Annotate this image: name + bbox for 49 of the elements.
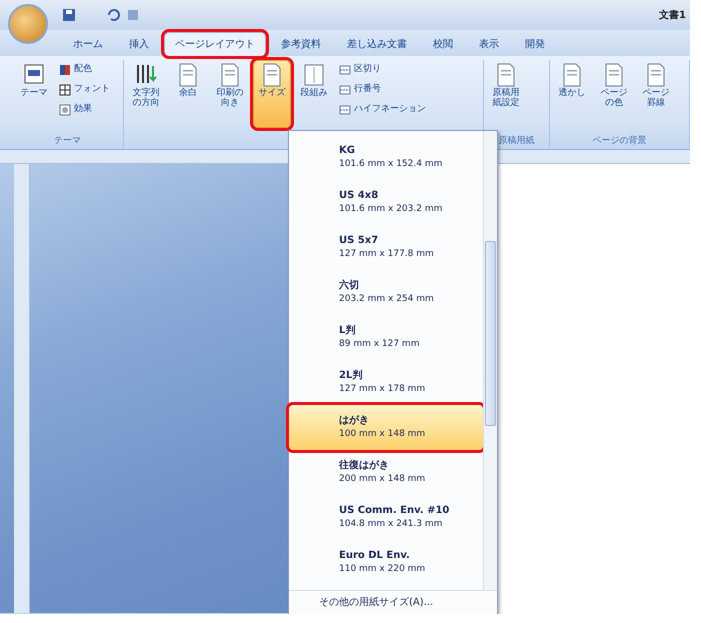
ribbon-tab[interactable]: 挿入 — [118, 32, 160, 56]
ribbon-tab[interactable]: 校閲 — [422, 32, 464, 56]
paper-size-item[interactable]: KG 101.6 mm x 152.4 mm — [289, 135, 483, 180]
paper-size-item[interactable]: US Comm. Env. #10 104.8 mm x 241.3 mm — [289, 495, 483, 540]
ribbon-tab[interactable]: ページレイアウト — [164, 32, 266, 56]
ribbon-tab[interactable]: ホーム — [62, 32, 114, 56]
undo-icon — [106, 8, 120, 22]
ribbon-button[interactable]: 文字列の方向 — [127, 60, 165, 128]
ribbon-button[interactable]: 配色 — [57, 60, 112, 80]
ribbon-button[interactable]: 段組み — [295, 60, 333, 128]
ribbon-button[interactable]: 透かし — [553, 60, 591, 128]
ribbon-button[interactable]: 区切り — [337, 60, 428, 80]
more-sizes-item[interactable]: その他の用紙サイズ(A)... — [289, 590, 497, 614]
circle-icon — [59, 104, 71, 116]
page-icon — [339, 64, 351, 76]
ribbon-button[interactable]: サイズ — [253, 60, 291, 128]
color-swatch-icon — [59, 64, 71, 76]
ribbon-button[interactable]: 効果 — [57, 100, 112, 120]
ribbon-button[interactable]: 余白 — [169, 60, 207, 128]
ribbon-button[interactable]: ハイフネーション — [337, 100, 428, 120]
ribbon-button[interactable]: 行番号 — [337, 80, 428, 100]
window-title: 文書1 — [659, 8, 686, 22]
group-label: 原稿用紙 — [498, 134, 536, 148]
page-icon — [339, 104, 351, 116]
ribbon-tab[interactable]: 差し込み文書 — [336, 32, 418, 56]
ribbon-tab[interactable]: 開発 — [514, 32, 556, 56]
table-grid-icon — [59, 84, 71, 96]
paper-size-item[interactable]: Euro DL Env. 110 mm x 220 mm — [289, 540, 483, 585]
paper-size-item[interactable]: US 4x8 101.6 mm x 203.2 mm — [289, 180, 483, 225]
paper-size-item[interactable]: 往復はがき 200 mm x 148 mm — [289, 450, 483, 495]
ribbon-button[interactable]: ページ罫線 — [637, 60, 675, 128]
ribbon-button[interactable]: 印刷の向き — [211, 60, 249, 128]
paper-size-item[interactable]: L判 89 mm x 127 mm — [289, 315, 483, 360]
ribbon-button[interactable]: テーマ — [15, 60, 53, 128]
paper-size-item[interactable]: 2L判 127 mm x 178 mm — [289, 360, 483, 405]
ribbon-button[interactable]: フォント — [57, 80, 112, 100]
columns-icon — [302, 62, 326, 88]
paper-size-item[interactable]: 六切 203.2 mm x 254 mm — [289, 270, 483, 315]
save-icon — [62, 8, 76, 22]
paper-size-item[interactable]: US 5x7 127 mm x 177.8 mm — [289, 225, 483, 270]
ribbon-tab[interactable]: 表示 — [468, 32, 510, 56]
paper-size-item[interactable]: はがき 100 mm x 148 mm — [289, 405, 483, 450]
group-label: テーマ — [53, 134, 82, 148]
ribbon-tab[interactable]: 参考資料 — [270, 32, 332, 56]
group-label: ページの背景 — [592, 134, 648, 148]
page-icon — [339, 84, 351, 96]
ribbon-button[interactable]: 原稿用紙設定 — [487, 60, 525, 128]
scrollbar[interactable] — [483, 131, 497, 590]
ribbon-button[interactable]: ページの色 — [595, 60, 633, 128]
